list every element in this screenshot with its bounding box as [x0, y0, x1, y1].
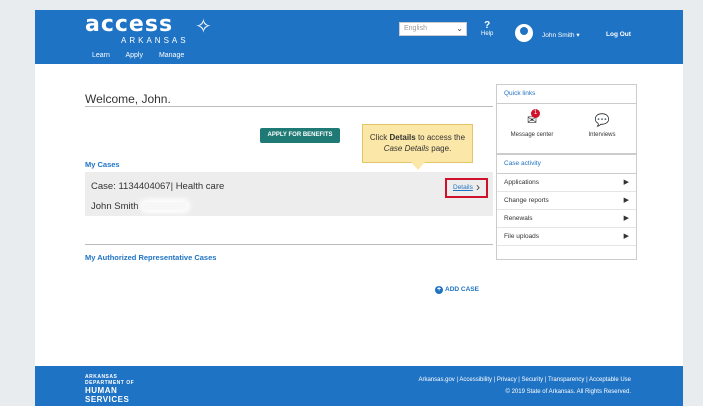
logo-subtitle: ARKANSAS: [121, 36, 189, 45]
case-activity-label: Change reports: [504, 197, 549, 204]
envelope-icon: ✉ 1: [497, 109, 567, 127]
chat-icon: 💬: [594, 113, 610, 127]
my-cases-heading: My Cases: [85, 160, 120, 169]
caret-right-icon: ▶: [623, 215, 629, 222]
case-activity-label: Applications: [504, 179, 540, 186]
case-title: Case: 1134404067| Health care: [91, 181, 225, 192]
caret-right-icon: ▶: [623, 233, 629, 240]
notification-badge: 1: [531, 109, 540, 118]
redacted-text: [142, 202, 187, 211]
main-nav: Learn Apply Manage: [92, 52, 198, 59]
interviews-link[interactable]: 💬 Interviews: [567, 107, 637, 152]
quick-links-title: Quick links: [497, 85, 636, 104]
chevron-right-icon: ›: [476, 180, 480, 194]
interviews-label: Interviews: [588, 132, 616, 138]
details-link[interactable]: Details: [453, 184, 473, 191]
case-activity-file-uploads[interactable]: File uploads ▶: [497, 228, 636, 246]
message-center-label: Message center: [510, 132, 554, 138]
apply-for-benefits-button[interactable]: APPLY FOR BENEFITS: [260, 128, 340, 143]
divider: [85, 244, 493, 245]
user-avatar-icon[interactable]: [515, 24, 533, 42]
welcome-heading: Welcome, John.: [85, 92, 171, 106]
logout-link[interactable]: Log Out: [606, 31, 631, 38]
tooltip-italic: Case Details: [383, 144, 430, 153]
help-icon: ?: [484, 20, 491, 31]
authorized-cases-heading: My Authorized Representative Cases: [85, 253, 217, 262]
tooltip-text: page.: [429, 144, 452, 153]
case-activity-renewals[interactable]: Renewals ▶: [497, 210, 636, 228]
caret-right-icon: ▶: [623, 179, 629, 186]
add-case-button[interactable]: + ADD CASE: [435, 286, 479, 294]
dhs-logo-line: SERVICES: [85, 395, 130, 404]
details-tooltip: Click Details to access the Case Details…: [362, 124, 473, 170]
footer-links[interactable]: Arkansas.gov | Accessibility | Privacy |…: [418, 377, 631, 383]
divider: [85, 106, 493, 107]
tooltip-text: to access the: [415, 133, 466, 142]
tooltip-bold: Details: [389, 133, 416, 142]
logo-star-icon: ✧: [195, 16, 212, 38]
case-holder-name: John Smith: [91, 201, 139, 212]
quick-links-panel: Quick links ✉ 1 Message center 💬 Intervie…: [496, 84, 637, 154]
case-activity-applications[interactable]: Applications ▶: [497, 174, 636, 192]
language-select[interactable]: English ⌄: [399, 22, 467, 36]
details-button-highlight[interactable]: Details ›: [445, 178, 488, 198]
nav-apply[interactable]: Apply: [125, 52, 143, 59]
case-name: John Smith: [91, 201, 187, 212]
plus-icon: +: [435, 286, 443, 294]
logo-text[interactable]: access: [85, 12, 173, 37]
page: access ✧ ARKANSAS Learn Apply Manage Eng…: [35, 10, 683, 406]
help-label: Help: [481, 31, 494, 37]
caret-right-icon: ▶: [623, 197, 629, 204]
add-case-label: ADD CASE: [445, 286, 479, 293]
footer: ARKANSAS DEPARTMENT OF HUMAN SERVICES Ar…: [35, 366, 683, 406]
case-activity-panel: Case activity Applications ▶ Change repor…: [496, 154, 637, 260]
dhs-logo[interactable]: ARKANSAS DEPARTMENT OF HUMAN SERVICES: [85, 374, 134, 404]
message-center-link[interactable]: ✉ 1 Message center: [497, 107, 567, 152]
copyright: © 2019 State of Arkansas. All Rights Res…: [505, 389, 632, 395]
nav-manage[interactable]: Manage: [159, 52, 184, 59]
tooltip-text: Click: [369, 133, 390, 142]
case-activity-label: Renewals: [504, 215, 533, 222]
user-menu[interactable]: John Smith ▾: [542, 31, 580, 39]
case-card: Case: 1134404067| Health care John Smith: [85, 172, 493, 216]
case-activity-change-reports[interactable]: Change reports ▶: [497, 192, 636, 210]
nav-learn[interactable]: Learn: [92, 52, 110, 59]
dhs-logo-line: HUMAN: [85, 386, 118, 395]
header-bar: access ✧ ARKANSAS Learn Apply Manage Eng…: [35, 10, 683, 64]
language-value: English: [404, 25, 427, 32]
case-activity-title: Case activity: [497, 155, 636, 174]
chevron-down-icon: ⌄: [456, 24, 463, 33]
case-activity-label: File uploads: [504, 233, 540, 240]
help-button[interactable]: ? Help: [481, 20, 493, 37]
